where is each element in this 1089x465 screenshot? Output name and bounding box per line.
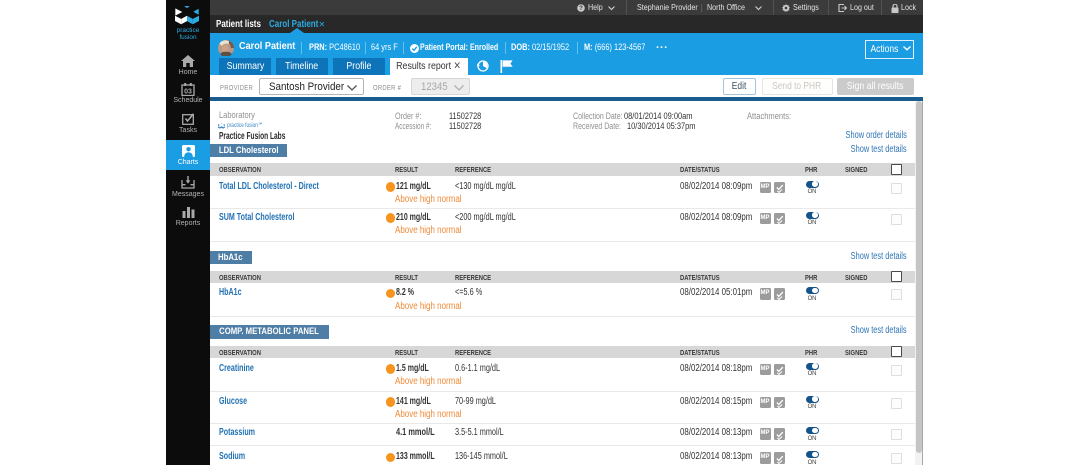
svg-text:?: ? bbox=[579, 6, 583, 12]
svg-text:03: 03 bbox=[184, 89, 192, 96]
